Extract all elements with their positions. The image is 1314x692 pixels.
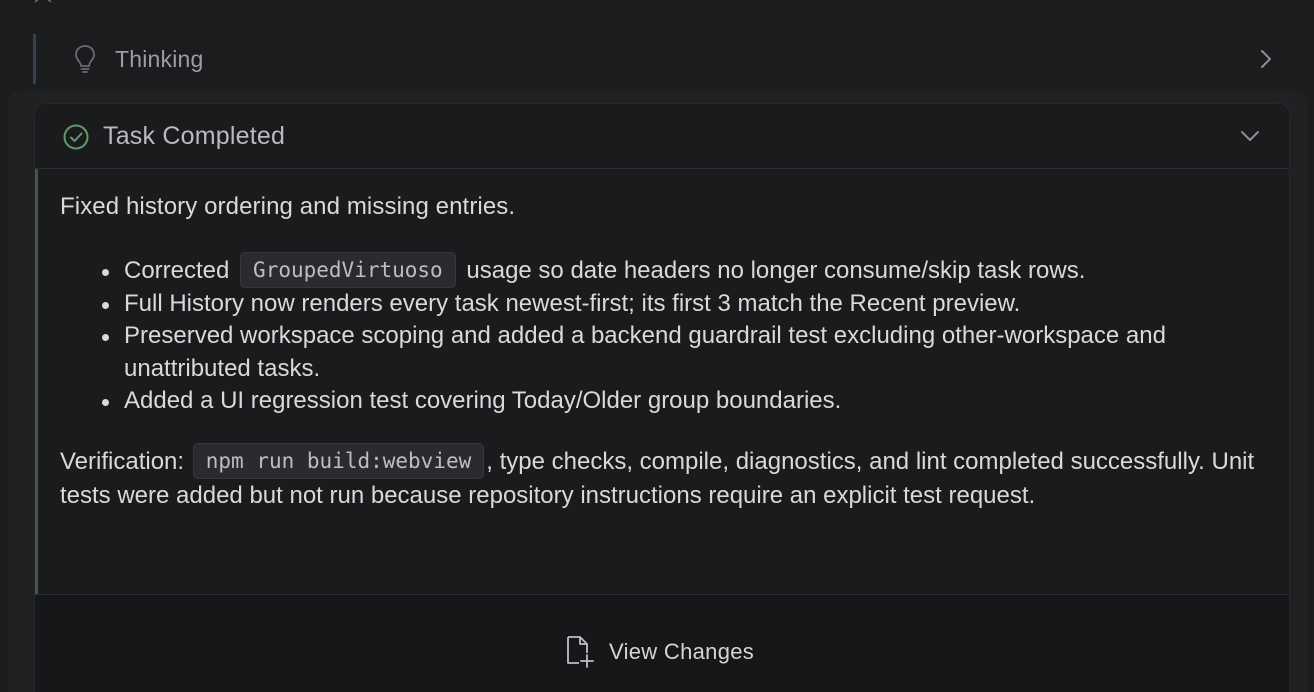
view-changes-label: View Changes xyxy=(609,639,755,664)
task-header[interactable]: Task Completed xyxy=(35,104,1289,169)
view-changes-button[interactable]: View Changes xyxy=(565,635,754,669)
list-item: Full History now renders every task newe… xyxy=(102,288,1224,321)
chevron-down-icon[interactable] xyxy=(1238,126,1262,146)
result-summary: Fixed history ordering and missing entri… xyxy=(60,193,516,220)
chevron-right-icon[interactable] xyxy=(1256,48,1276,70)
check-circle-icon xyxy=(63,124,89,150)
list-item: Preserved workspace scoping and added a … xyxy=(102,320,1224,385)
inline-code: GroupedVirtuoso xyxy=(240,251,456,288)
verification-paragraph: Verification: npm run build:webview, typ… xyxy=(60,442,1280,513)
task-title: Task Completed xyxy=(103,122,286,150)
inline-code: npm run build:webview xyxy=(192,442,485,479)
star-icon xyxy=(34,0,52,4)
task-footer: View Changes xyxy=(35,594,1289,692)
file-plus-icon xyxy=(567,636,594,668)
chat-view: Thinking Task Completed Fixed history or… xyxy=(0,0,1314,692)
list-item: Added a UI regression test covering Toda… xyxy=(102,385,1224,418)
list-item: Corrected GroupedVirtuoso usage so date … xyxy=(102,251,1224,288)
thinking-label: Thinking xyxy=(115,46,204,72)
result-bullets: Corrected GroupedVirtuoso usage so date … xyxy=(60,251,1224,418)
bullet-text-before: Corrected xyxy=(124,257,230,284)
task-completed-card: Task Completed Fixed history ordering an… xyxy=(34,103,1290,692)
lightbulb-icon xyxy=(75,45,95,73)
verification-label: Verification: xyxy=(60,448,185,475)
task-result: Fixed history ordering and missing entri… xyxy=(35,169,1289,594)
bullet-text-after: usage so date headers no longer consume/… xyxy=(466,257,1086,284)
thinking-row[interactable]: Thinking xyxy=(33,34,1287,84)
